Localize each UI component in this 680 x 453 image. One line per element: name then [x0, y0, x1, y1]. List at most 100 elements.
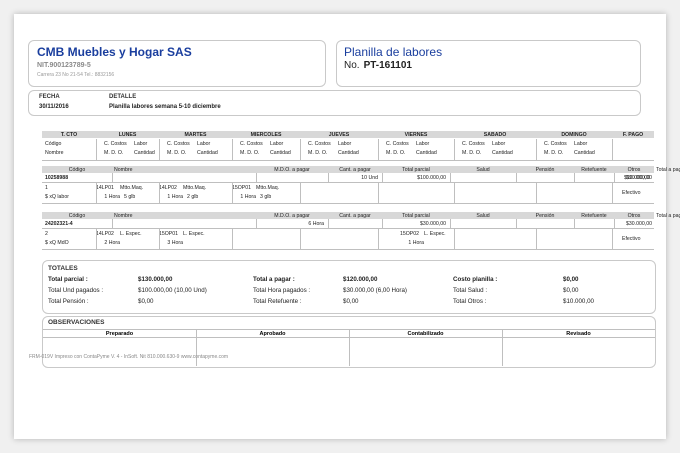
company-name: CMB Muebles y Hogar SAS: [37, 45, 192, 59]
grid-cell: [232, 139, 233, 160]
employee-total: $30.000,00: [626, 221, 652, 227]
grid-cell: [536, 229, 537, 249]
detalle-label: DETALLE: [109, 94, 137, 100]
week-row-label: Nombre: [45, 150, 64, 156]
grid-cell: [42, 203, 654, 204]
company-box: CMB Muebles y Hogar SAS NIT.900123789-5 …: [28, 40, 326, 87]
grid-cell: [378, 139, 379, 160]
grid-cell: [382, 219, 383, 228]
grid-cell: [232, 229, 233, 249]
total-label: Total Retefuente :: [253, 298, 302, 305]
day-cost-center: 15OP01: [159, 231, 179, 237]
employee-col-header: Pensión: [535, 213, 555, 219]
employee-col-header: Total a pagar: [656, 213, 680, 219]
employee-col-header: Retefuente: [581, 167, 607, 173]
day-labor: Mtto.Maq.: [120, 185, 144, 191]
observations-box: OBSERVACIONES Preparado Aprobado Contabili…: [42, 316, 656, 368]
totals-title: TOTALES: [48, 265, 78, 272]
total-value: $0,00: [343, 298, 359, 305]
grid-cell: [43, 329, 196, 330]
employee-line-type: $ xQ MdO: [45, 240, 69, 246]
header-box: FECHA 30/11/2016 DETALLE Planilla labore…: [28, 90, 641, 116]
total-value: $0,00: [563, 276, 579, 283]
day-cost-center: 14LP01: [96, 185, 114, 191]
grid-cell: [96, 139, 97, 160]
grid-cell: [42, 182, 654, 183]
fecha-value: 30/11/2016: [39, 104, 69, 110]
week-col-header: JUEVES: [328, 132, 350, 138]
grid-cell: [502, 329, 655, 330]
grid-cell: [196, 337, 349, 338]
grid-cell: [43, 337, 196, 338]
grid-cell: C. Costos: [104, 141, 127, 147]
employee-cant: 10 Und: [361, 175, 378, 181]
totals-box: TOTALES Total parcial : $130.000,00 Total …: [42, 260, 656, 314]
total-value: $0,00: [138, 298, 154, 305]
grid-cell: [536, 139, 537, 160]
grid-cell: [516, 219, 517, 228]
grid-cell: [300, 183, 301, 203]
day-mdo: 1 Hora: [104, 194, 120, 200]
employee-col-header: M.D.O. a pagar: [274, 213, 310, 219]
employee-col-header: Código: [68, 167, 86, 173]
company-nit: NIT.900123789-5: [37, 62, 91, 69]
day-labor: Mtto.Maq.: [183, 185, 207, 191]
grid-cell: [614, 219, 615, 228]
grid-cell: [328, 173, 329, 182]
grid-cell: C. Costos: [308, 141, 331, 147]
day-labor: L. Espec.: [120, 231, 142, 237]
total-value: $100.000,00 (10,00 Und): [138, 287, 207, 294]
employee-col-header: Total parcial: [402, 167, 430, 173]
detalle-value: Planilla labores semana 5-10 diciembre: [109, 104, 221, 110]
grid-cell: [159, 183, 160, 203]
employee-code: 24202321-4: [45, 221, 73, 227]
grid-cell: [42, 228, 654, 229]
employee-line-type: $ xQ labor: [45, 194, 69, 200]
day-cost-center: 14LP02: [96, 231, 114, 237]
day-cost-center: 15OP01: [232, 185, 252, 191]
grid-cell: Cantidad: [492, 150, 513, 156]
grid-cell: Cantidad: [338, 150, 359, 156]
grid-cell: M. D. O.: [386, 150, 406, 156]
grid-cell: [300, 139, 301, 160]
total-label: Total Pensión :: [48, 298, 89, 305]
grid-cell: C. Costos: [167, 141, 190, 147]
grid-cell: [612, 183, 613, 203]
day-labor: L. Espec.: [183, 231, 205, 237]
grid-cell: [256, 219, 257, 228]
employee-payment: Efectivo: [622, 190, 641, 196]
week-grid: T. CTO LUNES MARTES MIERCOLES JUEVES VIERNES S…: [42, 131, 654, 161]
total-label: Total Hora pagados :: [253, 287, 311, 294]
employee-parcial: $100.000,00: [417, 175, 446, 181]
grid-cell: Labor: [338, 141, 352, 147]
observations-title: OBSERVACIONES: [48, 319, 105, 326]
employee-col-header: Otros: [627, 213, 641, 219]
total-value: $120.000,00: [343, 276, 378, 283]
employee-col-header: Salud: [476, 213, 490, 219]
footer-text: FRM-019V Impreso con ContaPyme V. 4 - In…: [29, 354, 229, 360]
day-qty: 3 glb: [260, 194, 272, 200]
grid-cell: [612, 229, 613, 249]
day-labor: L. Espec.: [424, 231, 446, 237]
day-qty: 5 glb: [124, 194, 136, 200]
employee-total: $90.000,00: [626, 175, 652, 181]
total-value: $10.000,00: [563, 298, 594, 305]
total-label: Total Salud :: [453, 287, 488, 294]
grid-cell: [112, 173, 113, 182]
grid-cell: C. Costos: [386, 141, 409, 147]
employee-mdo: 6 Hora: [308, 221, 324, 227]
employee-col-header: M.D.O. a pagar: [274, 167, 310, 173]
grid-cell: [574, 219, 575, 228]
week-col-header: MARTES: [184, 132, 207, 138]
grid-cell: [378, 183, 379, 203]
grid-cell: [42, 249, 654, 250]
day-cost-center: 14LP02: [159, 185, 177, 191]
grid-cell: Labor: [574, 141, 588, 147]
grid-cell: C. Costos: [544, 141, 567, 147]
employee-col-header: Salud: [476, 167, 490, 173]
employee-parcial: $30.000,00: [420, 221, 446, 227]
grid-cell: [159, 229, 160, 249]
total-label: Total a pagar :: [253, 276, 295, 283]
grid-cell: Labor: [416, 141, 430, 147]
grid-cell: [300, 229, 301, 249]
